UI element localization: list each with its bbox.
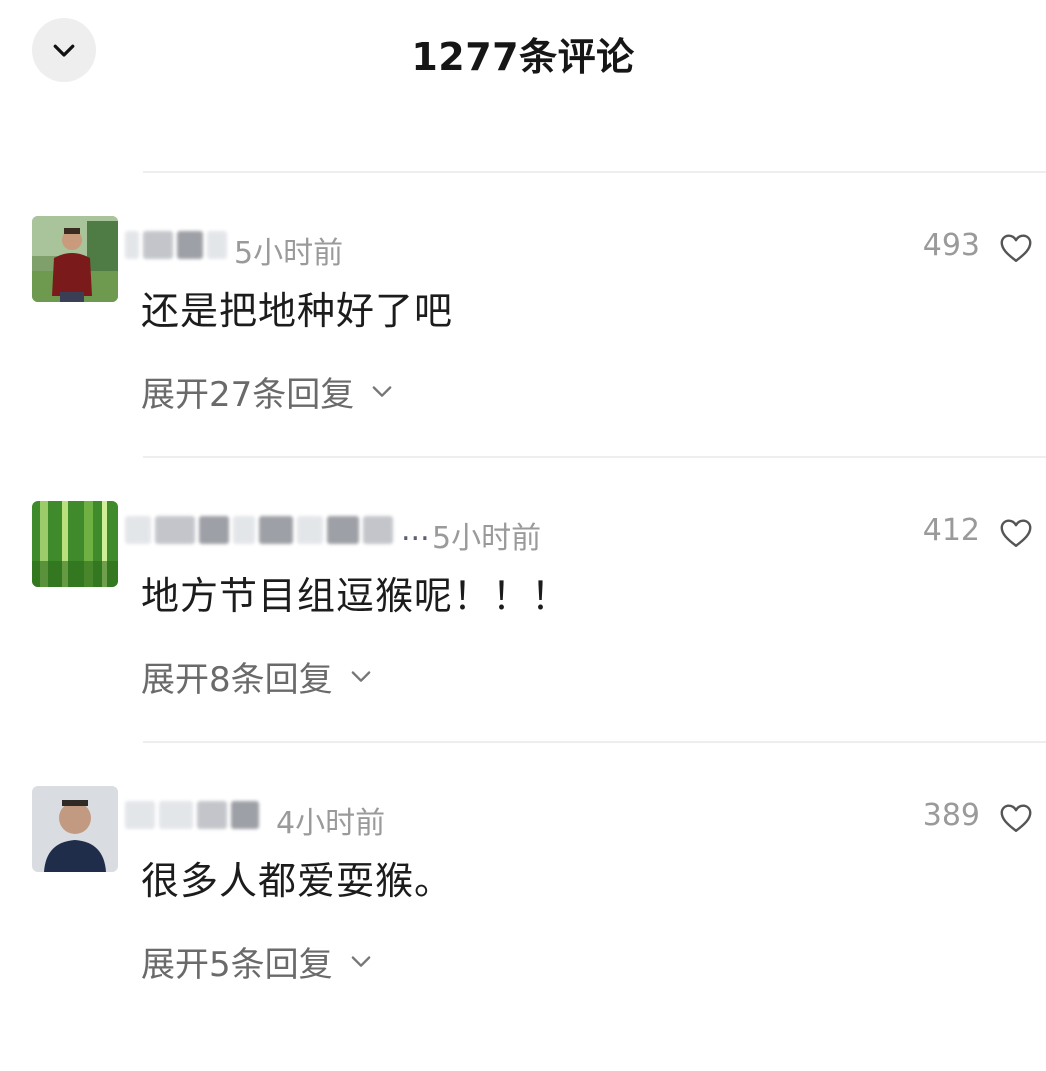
- avatar-photo: [32, 501, 118, 587]
- expand-replies-button[interactable]: 展开8条回复: [141, 651, 375, 701]
- username-redacted[interactable]: [125, 794, 259, 836]
- chevron-down-icon: [351, 956, 370, 967]
- username-redacted[interactable]: ...: [125, 509, 430, 551]
- expand-replies-button[interactable]: 展开27条回复: [141, 366, 396, 416]
- comment-time: 5小时前: [432, 521, 542, 556]
- comment-count-title: 1277条评论: [411, 35, 635, 79]
- comment-text: 很多人都爱耍猴。: [141, 859, 454, 903]
- comment-time: 4小时前: [276, 806, 386, 841]
- comment-text: 地方节目组逗猴呢！！！: [141, 574, 571, 618]
- chevron-down-icon: [372, 386, 392, 397]
- avatar[interactable]: [32, 786, 118, 872]
- comment-item: 4小时前 389 很多人都爱耍猴。 展开5条回复: [0, 786, 1046, 1071]
- avatar[interactable]: [32, 216, 118, 302]
- like-count: 412: [922, 513, 980, 548]
- expand-replies-label: 展开5条回复: [141, 944, 333, 985]
- heart-outline-icon[interactable]: [998, 515, 1034, 551]
- expand-replies-label: 展开8条回复: [141, 659, 333, 700]
- avatar[interactable]: [32, 501, 118, 587]
- chevron-down-icon: [351, 671, 370, 682]
- comments-header: 1277条评论: [0, 0, 1046, 100]
- comment-item: 5小时前 493 还是把地种好了吧 展开27条回复: [0, 216, 1046, 501]
- heart-outline-icon[interactable]: [998, 800, 1034, 836]
- like-count: 389: [922, 798, 980, 833]
- comment-time: 5小时前: [234, 236, 344, 271]
- comment-item: ... 5小时前 412 地方节目组逗猴呢！！！ 展开8条回复: [0, 501, 1046, 786]
- avatar-photo: [32, 786, 118, 872]
- avatar-photo: [32, 216, 118, 302]
- like-count: 493: [922, 228, 980, 263]
- divider: [143, 171, 1046, 173]
- comment-text: 还是把地种好了吧: [141, 289, 454, 333]
- expand-replies-button[interactable]: 展开5条回复: [141, 936, 375, 986]
- username-redacted[interactable]: [125, 224, 227, 266]
- divider: [143, 741, 1046, 743]
- divider: [143, 456, 1046, 458]
- heart-outline-icon[interactable]: [998, 230, 1034, 266]
- expand-replies-label: 展开27条回复: [141, 374, 355, 415]
- username-ellipsis: ...: [401, 512, 430, 548]
